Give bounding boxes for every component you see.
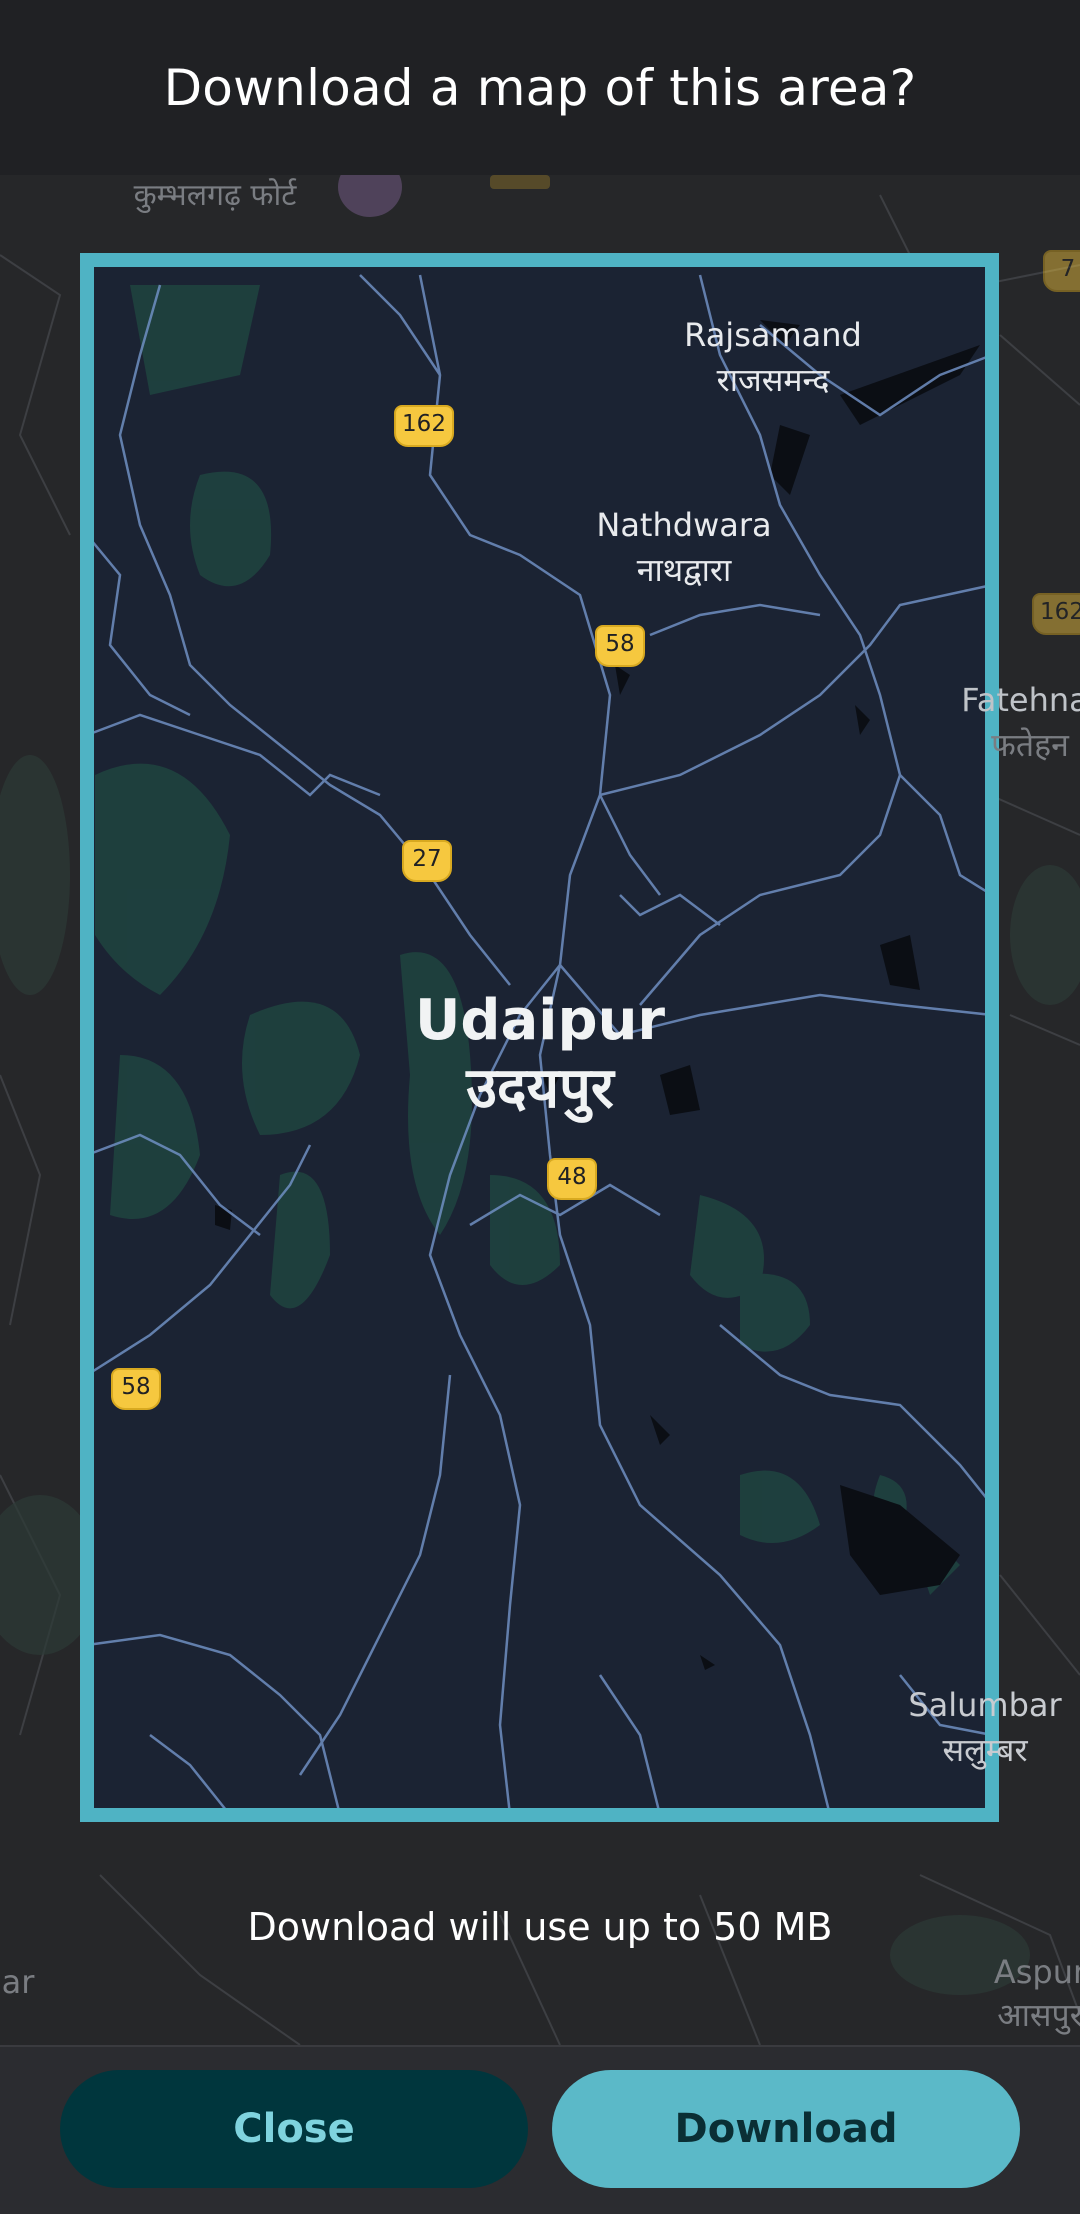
place-label-aspur-hi: आसपुर (997, 1996, 1080, 2034)
place-label-nathdwara-en: Nathdwara (596, 506, 772, 544)
dialog-header: Download a map of this area? (0, 0, 1080, 175)
highway-shield-162: 162 (394, 405, 454, 447)
place-label-nathdwara-hi: नाथद्वारा (636, 551, 732, 589)
map-view[interactable]: कुम्भलगढ़ फोर्ट Rajsamand राजसमन्द Nathd… (0, 175, 1080, 2045)
place-label-udaipur-hi: उदयपुर (466, 1056, 614, 1121)
place-label-left-edge: ar (1, 1963, 35, 2001)
download-button[interactable]: Download (552, 2070, 1020, 2188)
place-label-rajsamand-hi: राजसमन्द (716, 361, 830, 399)
place-label-fatehnagar-hi: फतेहन (991, 726, 1069, 764)
place-label-kumbhalgarh: कुम्भलगढ़ फोर्ट (133, 178, 297, 213)
highway-shield-48: 48 (547, 1158, 597, 1200)
dialog-title: Download a map of this area? (163, 58, 917, 117)
download-size-note: Download will use up to 50 MB (247, 1905, 833, 1949)
place-label-aspur-en: Aspur (993, 1953, 1080, 1991)
highway-shield-162-edge: 162 (1032, 593, 1080, 635)
place-label-udaipur-en: Udaipur (414, 988, 666, 1053)
place-label-rajsamand-en: Rajsamand (684, 316, 862, 354)
place-label-fatehnagar-en: Fatehna (961, 681, 1080, 719)
highway-shield-58-west: 58 (111, 1368, 161, 1410)
place-label-salumbar-en: Salumbar (908, 1686, 1062, 1724)
place-label-salumbar-hi: सलुम्बर (942, 1731, 1028, 1769)
download-map-screen: Download a map of this area? कुम्भलगढ़ फ… (0, 0, 1080, 2214)
highway-shield-27: 27 (402, 840, 452, 882)
highway-shield-58-north: 58 (595, 625, 645, 667)
action-bar: Close Download (0, 2045, 1080, 2214)
close-button[interactable]: Close (60, 2070, 528, 2188)
highway-shield-7-edge: 7 (1043, 250, 1080, 292)
